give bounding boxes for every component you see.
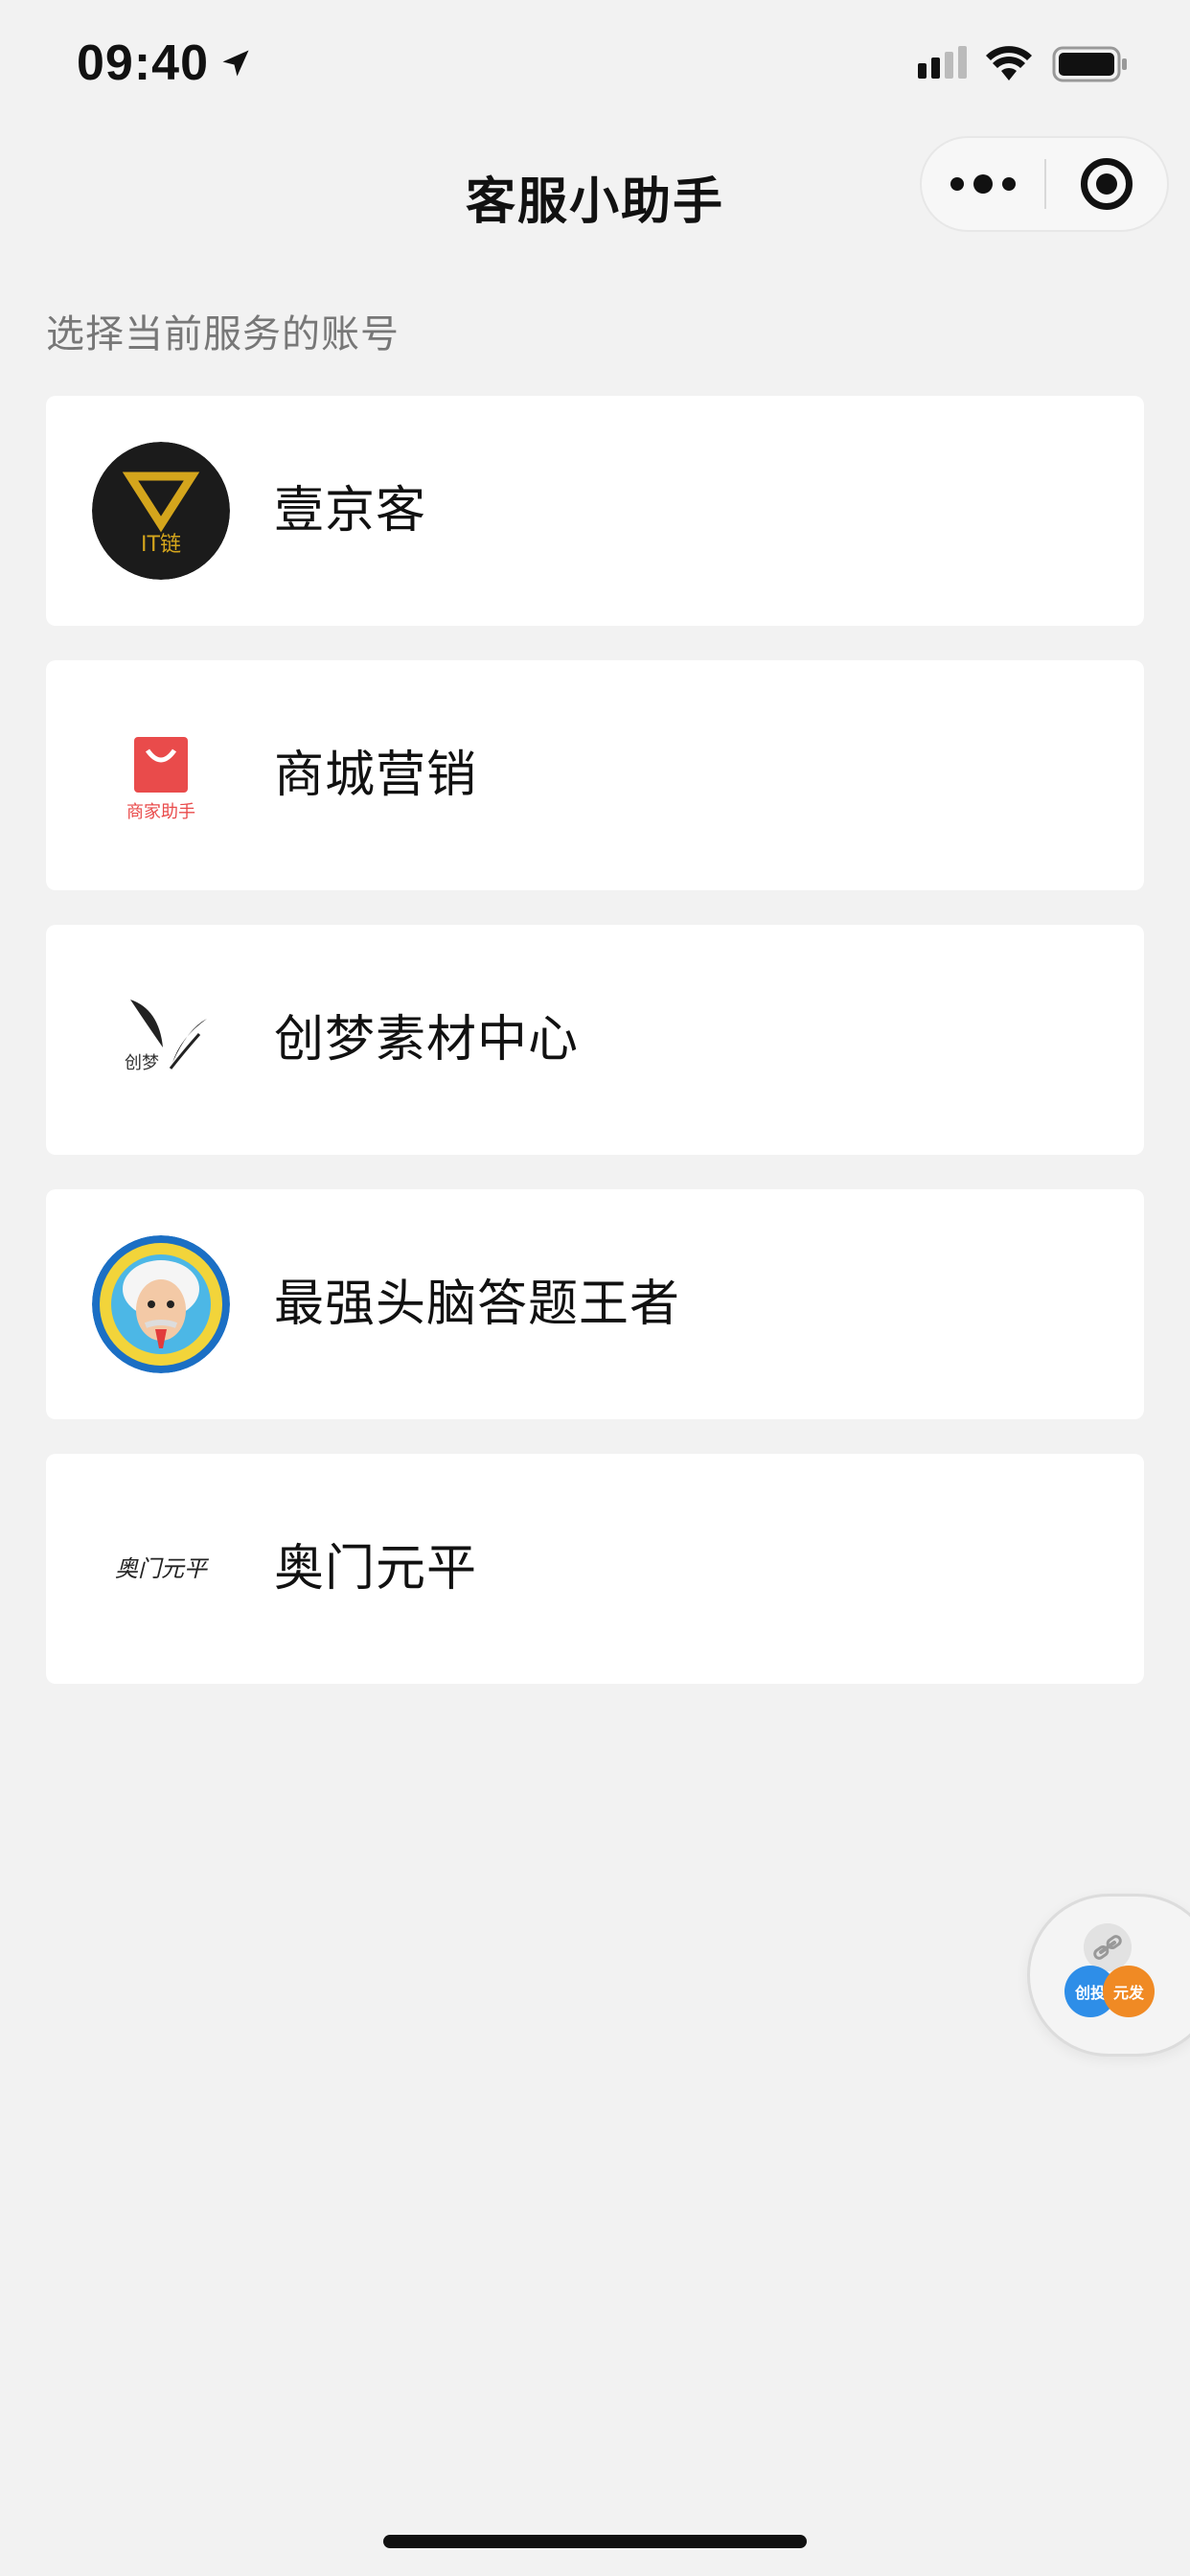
it-chain-logo-icon: IT链 bbox=[92, 442, 230, 580]
account-name: 壹京客 bbox=[274, 482, 427, 540]
more-button[interactable] bbox=[922, 138, 1044, 230]
battery-icon bbox=[1052, 46, 1127, 82]
account-name: 奥门元平 bbox=[274, 1540, 478, 1598]
account-item-strongest-brain[interactable]: 最强头脑答题王者 bbox=[46, 1189, 1144, 1419]
account-item-chuangmeng[interactable]: 创梦 创梦素材中心 bbox=[46, 925, 1144, 1155]
home-indicator[interactable] bbox=[383, 2535, 807, 2548]
calligraphy-logo-icon: 奥门元平 bbox=[92, 1500, 230, 1638]
widget-badge-right: 元发 bbox=[1103, 1966, 1155, 2017]
einstein-avatar-icon bbox=[92, 1235, 230, 1373]
cellular-signal-icon bbox=[918, 46, 967, 79]
status-time: 09:40 bbox=[77, 35, 209, 91]
floating-widget[interactable]: 创投 元发 bbox=[1027, 1894, 1190, 2057]
more-dots-icon bbox=[950, 177, 964, 191]
status-bar: 09:40 bbox=[0, 0, 1190, 125]
svg-text:IT链: IT链 bbox=[141, 533, 181, 557]
account-item-mall-marketing[interactable]: 商家助手 商城营销 bbox=[46, 660, 1144, 890]
close-button[interactable] bbox=[1046, 138, 1167, 230]
screen: 09:40 客服小助手 选择当前服务的账号 IT链 壹京客 商家助手 商城营销 … bbox=[0, 0, 1190, 2576]
target-close-icon bbox=[1081, 158, 1133, 210]
account-name: 最强头脑答题王者 bbox=[274, 1276, 681, 1333]
account-item-aomen-yuanping[interactable]: 奥门元平 奥门元平 bbox=[46, 1454, 1144, 1684]
location-arrow-icon bbox=[222, 50, 249, 77]
mini-program-capsule bbox=[920, 136, 1169, 232]
section-label: 选择当前服务的账号 bbox=[46, 312, 400, 356]
account-list: IT链 壹京客 商家助手 商城营销 创梦 创梦素材中心 最强头脑答题王者 奥门元… bbox=[46, 396, 1144, 1718]
nav-bar: 客服小助手 bbox=[0, 125, 1190, 255]
more-dots-icon bbox=[1002, 177, 1016, 191]
account-name: 商城营销 bbox=[274, 747, 478, 804]
account-name: 创梦素材中心 bbox=[274, 1011, 580, 1069]
account-item-yijingke[interactable]: IT链 壹京客 bbox=[46, 396, 1144, 626]
wifi-icon bbox=[986, 46, 1032, 80]
svg-text:商家助手: 商家助手 bbox=[126, 802, 195, 822]
svg-text:奥门元平: 奥门元平 bbox=[115, 1555, 210, 1582]
link-icon bbox=[1084, 1923, 1132, 1971]
more-dots-icon bbox=[973, 174, 993, 194]
shopping-bag-logo-icon: 商家助手 bbox=[92, 706, 230, 844]
svg-text:创梦: 创梦 bbox=[125, 1053, 159, 1073]
wing-logo-icon: 创梦 bbox=[92, 971, 230, 1109]
